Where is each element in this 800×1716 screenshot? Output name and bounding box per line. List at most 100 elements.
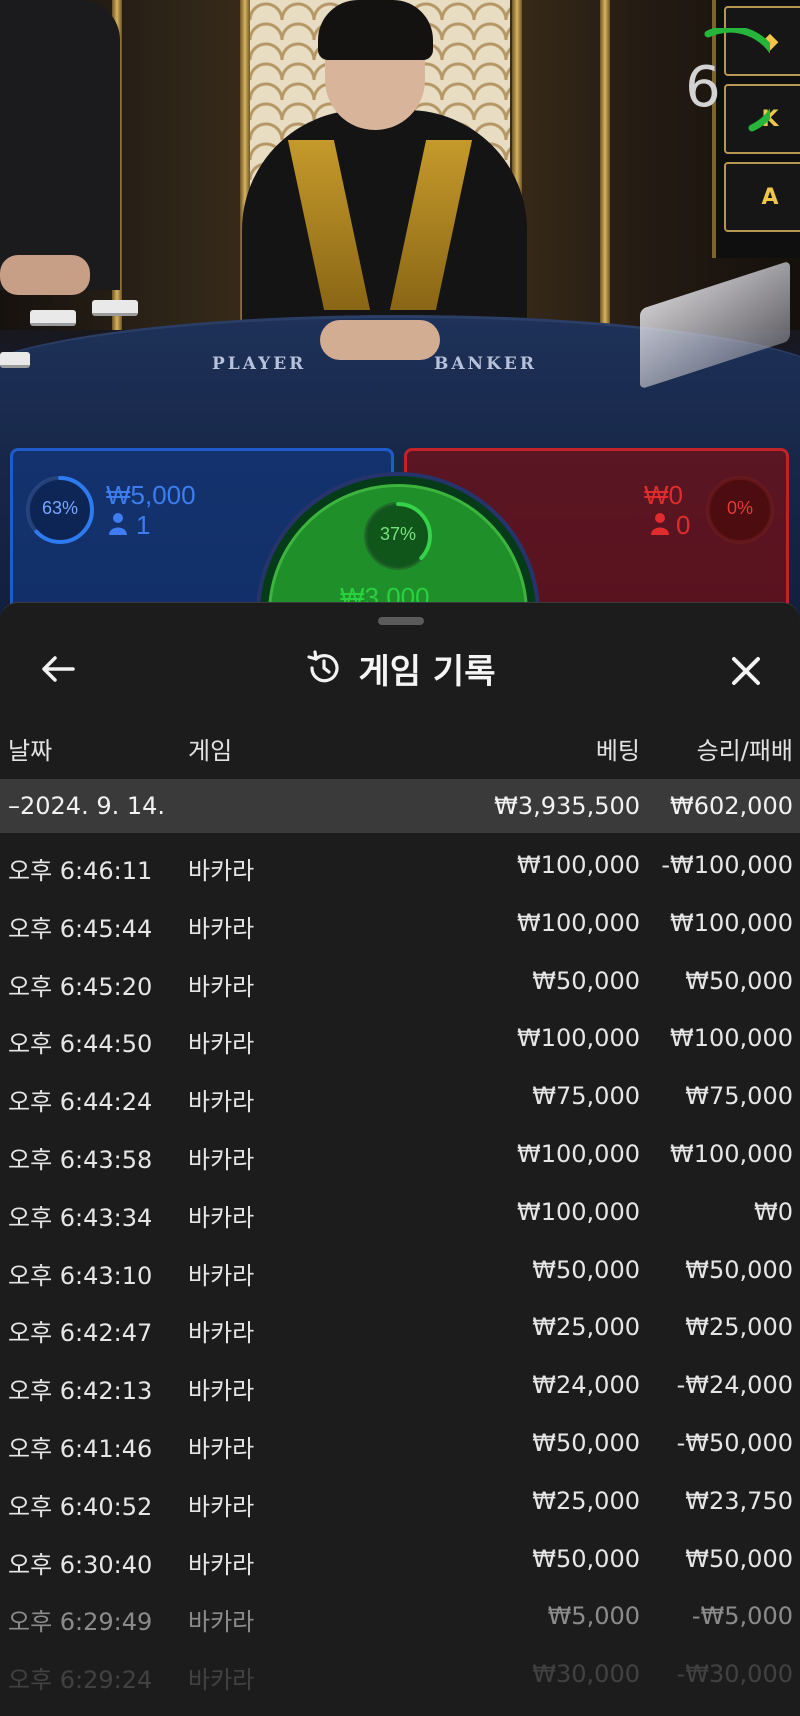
row-game: 바카라	[188, 1434, 255, 1463]
row-game: 바카라	[188, 1145, 255, 1174]
row-result: ₩23,750	[685, 1486, 793, 1515]
row-bet: ₩25,000	[532, 1313, 640, 1342]
row-bet: ₩50,000	[532, 1544, 640, 1573]
history-list: 오후 6:46:11 바카라 ₩100,000 -₩100,000 오후 6:45:44…	[0, 833, 800, 1700]
row-time: 오후 6:43:34	[8, 1203, 153, 1232]
row-bet: ₩50,000	[532, 1255, 640, 1284]
row-bet: ₩100,000	[517, 1197, 640, 1226]
column-header-win-loss: 승리/패배	[696, 737, 793, 765]
row-bet: ₩30,000	[532, 1660, 640, 1689]
row-time: 오후 6:41:46	[8, 1434, 153, 1463]
row-result: -₩24,000	[676, 1371, 793, 1400]
row-result: ₩100,000	[670, 1024, 793, 1053]
table-row[interactable]: 오후 6:40:52 바카라 ₩25,000 ₩23,750	[0, 1469, 800, 1527]
history-icon	[306, 650, 339, 683]
row-time: 오후 6:40:52	[8, 1492, 153, 1521]
date-group-label: –2024. 9. 14.	[8, 792, 166, 820]
row-result: ₩50,000	[685, 1544, 793, 1573]
card-stack	[92, 300, 138, 316]
table-row[interactable]: 오후 6:46:11 바카라 ₩100,000 -₩100,000	[0, 833, 800, 891]
row-time: 오후 6:45:20	[8, 972, 153, 1001]
table-row[interactable]: 오후 6:29:49 바카라 ₩5,000 -₩5,000	[0, 1584, 800, 1642]
row-bet: ₩100,000	[517, 1139, 640, 1168]
column-header-date: 날짜	[8, 737, 53, 765]
row-bet: ₩5,000	[547, 1602, 640, 1631]
row-game: 바카라	[188, 1088, 255, 1117]
row-result: -₩5,000	[691, 1602, 793, 1631]
column-header-game: 게임	[188, 737, 233, 765]
card-stack	[0, 352, 30, 368]
dealer-hair	[318, 0, 433, 60]
row-game: 바카라	[188, 1319, 255, 1348]
row-result: ₩0	[754, 1197, 793, 1226]
row-game: 바카라	[188, 1030, 255, 1059]
player-bettor-count: 1	[136, 510, 151, 540]
table-row[interactable]: 오후 6:42:13 바카라 ₩24,000 -₩24,000	[0, 1353, 800, 1411]
row-time: 오후 6:44:50	[8, 1030, 153, 1059]
row-result: ₩100,000	[670, 908, 793, 937]
logo-a-icon: A	[724, 162, 800, 232]
row-time: 오후 6:43:58	[8, 1145, 153, 1174]
table-row[interactable]: 오후 6:43:34 바카라 ₩100,000 ₩0	[0, 1180, 800, 1238]
row-game: 바카라	[188, 914, 255, 943]
row-time: 오후 6:43:10	[8, 1261, 153, 1290]
row-game: 바카라	[188, 1608, 255, 1637]
banker-person-icon	[651, 513, 669, 535]
row-time: 오후 6:46:11	[8, 857, 153, 885]
player-person-icon	[109, 513, 127, 535]
row-time: 오후 6:44:24	[8, 1088, 153, 1117]
close-icon	[732, 657, 760, 685]
row-game: 바카라	[188, 1492, 255, 1521]
table-row[interactable]: 오후 6:42:47 바카라 ₩25,000 ₩25,000	[0, 1295, 800, 1353]
row-game: 바카라	[188, 857, 255, 885]
column-header-bet: 베팅	[595, 737, 640, 765]
row-bet: ₩100,000	[517, 908, 640, 937]
row-time: 오후 6:29:24	[8, 1666, 153, 1695]
sheet-header: 게임 기록	[0, 643, 800, 693]
game-history-sheet: 게임 기록 날짜 게임 베팅 승리/패배 –2024. 9. 14. ₩3,93…	[0, 602, 800, 1716]
row-game: 바카라	[188, 1203, 255, 1232]
table-label-player: PLAYER	[212, 354, 307, 374]
row-result: ₩75,000	[685, 1082, 793, 1111]
row-bet: ₩50,000	[532, 1428, 640, 1457]
row-result: -₩50,000	[676, 1428, 793, 1457]
card-stack	[30, 310, 76, 326]
date-group-row[interactable]: –2024. 9. 14. ₩3,935,500 ₩602,000	[0, 779, 800, 833]
date-group-win-total: ₩602,000	[670, 792, 793, 820]
page-title: 게임 기록	[358, 651, 496, 692]
row-game: 바카라	[188, 1550, 255, 1579]
row-game: 바카라	[188, 1666, 255, 1695]
table-row[interactable]: 오후 6:43:10 바카라 ₩50,000 ₩50,000	[0, 1238, 800, 1296]
table-row[interactable]: 오후 6:45:44 바카라 ₩100,000 ₩100,000	[0, 891, 800, 949]
table-row[interactable]: 오후 6:44:50 바카라 ₩100,000 ₩100,000	[0, 1006, 800, 1064]
row-game: 바카라	[188, 972, 255, 1001]
table-row[interactable]: 오후 6:30:40 바카라 ₩50,000 ₩50,000	[0, 1527, 800, 1585]
tie-percent: 37%	[379, 524, 417, 544]
row-game: 바카라	[188, 1377, 255, 1406]
row-bet: ₩100,000	[517, 851, 640, 879]
assistant-figure	[0, 0, 120, 290]
row-game: 바카라	[188, 1261, 255, 1290]
row-time: 오후 6:30:40	[8, 1550, 153, 1579]
table-row[interactable]: 오후 6:43:58 바카라 ₩100,000 ₩100,000	[0, 1122, 800, 1180]
row-bet: ₩100,000	[517, 1024, 640, 1053]
dealer-hands	[320, 320, 440, 360]
row-result: -₩100,000	[661, 851, 793, 879]
banker-percent: 0%	[726, 498, 753, 518]
row-result: ₩50,000	[685, 1255, 793, 1284]
player-percent: 63%	[41, 498, 79, 518]
sheet-drag-handle[interactable]	[378, 617, 424, 625]
player-bet-amount: ₩5,000	[106, 480, 196, 510]
table-row[interactable]: 오후 6:44:24 바카라 ₩75,000 ₩75,000	[0, 1064, 800, 1122]
banker-bet-amount: ₩0	[644, 480, 683, 510]
close-button[interactable]	[722, 647, 770, 695]
table-header: 날짜 게임 베팅 승리/패배	[0, 731, 800, 771]
row-bet: ₩24,000	[532, 1371, 640, 1400]
row-time: 오후 6:45:44	[8, 914, 153, 943]
table-row[interactable]: 오후 6:29:24 바카라 ₩30,000 -₩30,000	[0, 1642, 800, 1700]
row-result: -₩30,000	[676, 1660, 793, 1689]
assistant-hands	[0, 255, 90, 295]
table-row[interactable]: 오후 6:45:20 바카라 ₩50,000 ₩50,000	[0, 949, 800, 1007]
live-video-stage: ◆ K A PLAYER BANKER 63% ₩5,000 1 37% ₩3,…	[0, 0, 800, 640]
table-row[interactable]: 오후 6:41:46 바카라 ₩50,000 -₩50,000	[0, 1411, 800, 1469]
